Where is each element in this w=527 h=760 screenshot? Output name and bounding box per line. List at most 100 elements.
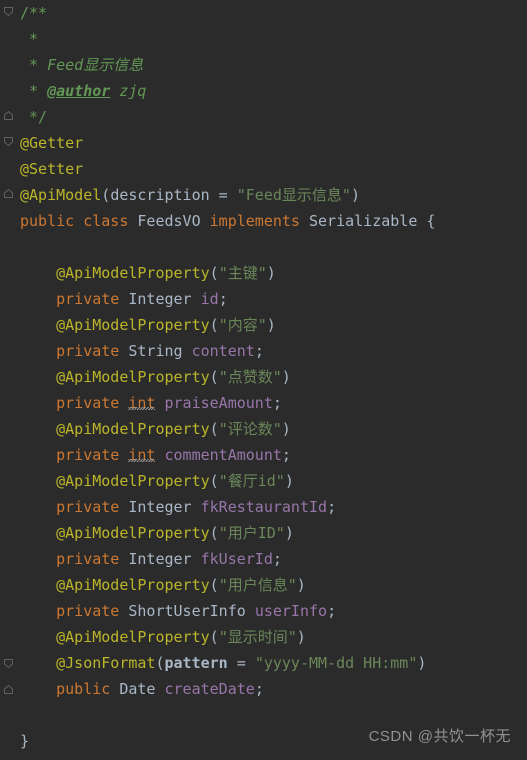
token-param: description [110, 186, 210, 204]
code-line[interactable]: @ApiModelProperty("显示时间") [0, 624, 527, 650]
code-content[interactable]: /** * * Feed显示信息 * @author zjq */ @Getter… [0, 0, 527, 754]
code-line[interactable]: public Date createDate; [0, 676, 527, 702]
code-line[interactable]: @Setter [0, 156, 527, 182]
token-field: userInfo [254, 602, 328, 620]
token-punctuation: ) [350, 186, 360, 204]
token-punctuation [20, 394, 56, 412]
token-punctuation [20, 550, 56, 568]
code-line[interactable]: @ApiModelProperty("点赞数") [0, 364, 527, 390]
token-keyword: private [56, 498, 120, 516]
code-line[interactable]: public class FeedsVO implements Serializ… [0, 208, 527, 234]
token-punctuation [110, 680, 119, 698]
code-line[interactable]: * Feed显示信息 [0, 52, 527, 78]
token-comment-italic: Feed显示信息 [47, 56, 144, 74]
code-line[interactable]: @ApiModelProperty("用户ID") [0, 520, 527, 546]
code-line[interactable]: private Integer fkUserId; [0, 546, 527, 572]
token-punctuation: ) [281, 420, 291, 438]
token-punctuation: ( [209, 264, 219, 282]
token-punctuation [20, 524, 56, 542]
token-type: ShortUserInfo [128, 602, 246, 620]
token-punctuation [183, 342, 192, 360]
token-type: Integer [128, 290, 192, 308]
code-line[interactable]: private String content; [0, 338, 527, 364]
token-punctuation: = [209, 186, 237, 204]
token-punctuation [74, 212, 83, 230]
token-punctuation: ) [266, 264, 276, 282]
token-comment-italic: zjq [110, 82, 147, 100]
token-punctuation [20, 264, 56, 282]
code-line[interactable]: private Integer id; [0, 286, 527, 312]
code-line[interactable]: /** [0, 0, 527, 26]
token-param-bold: pattern [164, 654, 228, 672]
code-line[interactable] [0, 234, 527, 260]
token-punctuation [246, 602, 255, 620]
token-keyword: private [56, 446, 120, 464]
token-annotation: @ApiModelProperty [56, 576, 210, 594]
token-punctuation: ; [272, 550, 282, 568]
token-string: "内容" [218, 316, 267, 334]
code-line[interactable]: @JsonFormat(pattern = "yyyy-MM-dd HH:mm"… [0, 650, 527, 676]
token-punctuation: ; [327, 602, 337, 620]
token-field: fkUserId [200, 550, 273, 568]
code-line[interactable]: private int praiseAmount; [0, 390, 527, 416]
token-punctuation: ) [284, 472, 294, 490]
token-punctuation: ) [417, 654, 427, 672]
token-punctuation: ) [281, 368, 291, 386]
code-line[interactable]: */ [0, 104, 527, 130]
token-punctuation: { [417, 212, 436, 230]
code-line[interactable]: @ApiModelProperty("用户信息") [0, 572, 527, 598]
token-field: id [200, 290, 219, 308]
token-punctuation: ( [209, 316, 219, 334]
code-line[interactable]: @ApiModelProperty("餐厅id") [0, 468, 527, 494]
code-editor[interactable]: /** * * Feed显示信息 * @author zjq */ @Getter… [0, 0, 527, 760]
token-punctuation [20, 342, 56, 360]
token-keyword: private [56, 602, 120, 620]
code-line[interactable]: @ApiModel(description = "Feed显示信息") [0, 182, 527, 208]
token-brace: } [20, 732, 30, 750]
token-punctuation: = [227, 654, 255, 672]
token-type: Integer [128, 498, 192, 516]
code-line[interactable]: @ApiModelProperty("内容") [0, 312, 527, 338]
csdn-watermark: CSDN @共饮一杯无 [368, 728, 511, 745]
token-type: Integer [128, 550, 192, 568]
token-punctuation [192, 498, 201, 516]
token-punctuation [155, 680, 164, 698]
token-punctuation [20, 368, 56, 386]
token-punctuation: ) [266, 316, 276, 334]
token-punctuation: ; [327, 498, 337, 516]
token-punctuation: ( [101, 186, 111, 204]
token-keyword: private [56, 394, 120, 412]
token-punctuation [20, 654, 56, 672]
code-line[interactable]: private int commentAmount; [0, 442, 527, 468]
token-string: "显示时间" [218, 628, 297, 646]
code-line[interactable]: private Integer fkRestaurantId; [0, 494, 527, 520]
token-punctuation [201, 212, 210, 230]
token-string: "评论数" [218, 420, 282, 438]
token-punctuation [20, 602, 56, 620]
token-field: fkRestaurantId [200, 498, 328, 516]
token-type: Serializable [309, 212, 418, 230]
code-line[interactable]: @ApiModelProperty("评论数") [0, 416, 527, 442]
token-punctuation [192, 550, 201, 568]
token-punctuation: ( [209, 472, 219, 490]
token-field: content [191, 342, 255, 360]
token-punctuation: ( [209, 576, 219, 594]
token-comment: */ [20, 108, 48, 126]
token-annotation: @JsonFormat [56, 654, 156, 672]
token-field: praiseAmount [164, 394, 273, 412]
token-annotation: @Setter [20, 160, 84, 178]
token-punctuation: ( [155, 654, 165, 672]
token-punctuation: ; [254, 680, 264, 698]
token-punctuation [20, 446, 56, 464]
token-string: "主键" [218, 264, 267, 282]
code-line[interactable]: @Getter [0, 130, 527, 156]
code-line[interactable]: * [0, 26, 527, 52]
token-keyword: private [56, 290, 120, 308]
code-line[interactable]: @ApiModelProperty("主键") [0, 260, 527, 286]
token-punctuation [20, 576, 56, 594]
token-punctuation: ( [209, 368, 219, 386]
code-line[interactable]: private ShortUserInfo userInfo; [0, 598, 527, 624]
token-keyword: class [83, 212, 129, 230]
code-line[interactable]: * @author zjq [0, 78, 527, 104]
token-punctuation: ) [296, 576, 306, 594]
